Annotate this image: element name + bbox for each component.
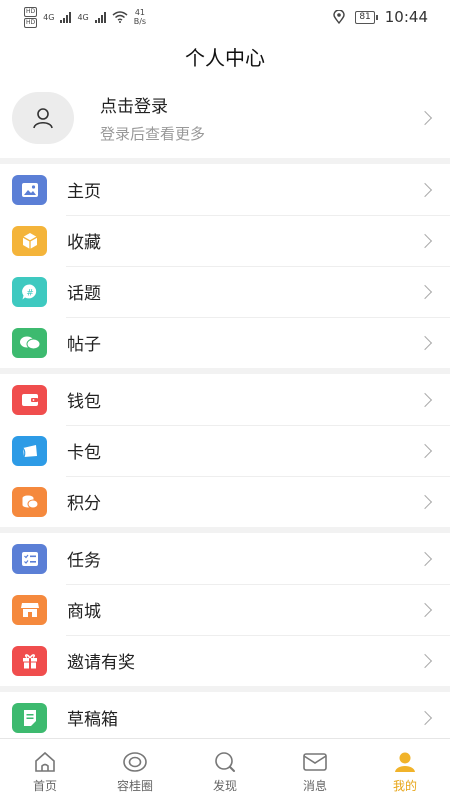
user-outline-icon bbox=[33, 108, 53, 129]
chevron-right-icon bbox=[417, 284, 433, 299]
avatar[interactable] bbox=[12, 92, 74, 144]
menu-item-label: 商城 bbox=[67, 602, 101, 622]
hashtag-chat-icon: # bbox=[12, 276, 47, 307]
menu-item-favorites[interactable]: 收藏 bbox=[0, 215, 450, 266]
status-right: 81 10:44 bbox=[333, 8, 428, 26]
menu-item-label: 邀请有奖 bbox=[67, 653, 135, 673]
card-icon bbox=[12, 435, 47, 466]
signal-1-icon bbox=[60, 11, 72, 23]
menu-group-1: 主页 收藏 # 话题 帖子 bbox=[0, 164, 450, 368]
speed-value: 41 bbox=[134, 8, 145, 17]
tab-home[interactable]: 首页 bbox=[0, 739, 90, 800]
chevron-right-icon bbox=[417, 602, 433, 617]
task-list-icon bbox=[12, 543, 47, 574]
status-bar: HD HD 4G 4G 41 B/s 81 10:44 bbox=[0, 0, 450, 34]
chevron-right-icon bbox=[417, 335, 433, 350]
menu-item-label: 钱包 bbox=[67, 392, 101, 412]
wifi-icon bbox=[112, 11, 128, 23]
menu-item-store[interactable]: 商城 bbox=[0, 584, 450, 635]
clock: 10:44 bbox=[384, 8, 428, 26]
menu-group-2: 钱包 卡包 积分 bbox=[0, 374, 450, 527]
wallet-icon bbox=[12, 384, 47, 415]
draft-icon bbox=[12, 702, 47, 733]
menu-item-posts[interactable]: 帖子 bbox=[0, 317, 450, 368]
menu-item-wallet[interactable]: 钱包 bbox=[0, 374, 450, 425]
chevron-right-icon bbox=[417, 233, 433, 248]
chevron-right-icon bbox=[417, 551, 433, 566]
bottom-tab-bar: 首页 容桂圈 发现 消息 我的 bbox=[0, 738, 450, 800]
tab-ronggui-circle[interactable]: 容桂圈 bbox=[90, 739, 180, 800]
menu-item-invite-rewards[interactable]: 邀请有奖 bbox=[0, 635, 450, 686]
coins-icon bbox=[12, 486, 47, 517]
network-1: 4G bbox=[43, 12, 55, 22]
menu-item-label: 收藏 bbox=[67, 233, 101, 253]
login-card[interactable]: 点击登录 登录后查看更多 bbox=[0, 78, 450, 158]
chevron-right-icon bbox=[417, 392, 433, 407]
location-icon bbox=[333, 10, 346, 24]
tab-label: 消息 bbox=[302, 779, 327, 793]
login-title: 点击登录 bbox=[100, 97, 168, 117]
chevron-right-icon bbox=[417, 110, 433, 126]
chat-bubbles-icon bbox=[12, 327, 47, 358]
page-title: 个人中心 bbox=[185, 45, 265, 70]
menu-item-label: 积分 bbox=[67, 494, 101, 514]
menu-item-card-wallet[interactable]: 卡包 bbox=[0, 425, 450, 476]
hd-icon: HD HD bbox=[24, 6, 38, 28]
image-icon bbox=[12, 174, 47, 205]
tab-mine[interactable]: 我的 bbox=[360, 739, 450, 800]
chevron-right-icon bbox=[417, 443, 433, 458]
speed-unit: B/s bbox=[133, 17, 147, 26]
signal-2-icon bbox=[94, 11, 106, 23]
page-title-bar: 个人中心 bbox=[0, 34, 450, 78]
menu-item-label: 任务 bbox=[67, 551, 101, 571]
tab-label: 首页 bbox=[32, 779, 57, 793]
menu-group-4: 草稿箱 bbox=[0, 692, 450, 743]
login-text: 点击登录 登录后查看更多 bbox=[100, 92, 420, 144]
menu-item-label: 话题 bbox=[67, 284, 101, 304]
chevron-right-icon bbox=[417, 653, 433, 668]
menu-item-homepage[interactable]: 主页 bbox=[0, 164, 450, 215]
tab-label: 发现 bbox=[212, 779, 237, 793]
menu-item-label: 帖子 bbox=[67, 335, 101, 355]
status-left: HD HD 4G 4G 41 B/s bbox=[24, 6, 146, 28]
menu-item-drafts[interactable]: 草稿箱 bbox=[0, 692, 450, 743]
chevron-right-icon bbox=[417, 182, 433, 197]
svg-text:#: # bbox=[26, 288, 34, 298]
menu-item-points[interactable]: 积分 bbox=[0, 476, 450, 527]
gift-icon bbox=[12, 645, 47, 676]
menu-item-label: 卡包 bbox=[67, 443, 101, 463]
discover-icon bbox=[215, 752, 235, 772]
box-icon bbox=[12, 225, 47, 256]
circle-icon bbox=[123, 752, 147, 772]
chevron-right-icon bbox=[417, 710, 433, 725]
chevron-right-icon bbox=[417, 494, 433, 509]
home-icon bbox=[35, 751, 55, 772]
menu-item-topics[interactable]: # 话题 bbox=[0, 266, 450, 317]
tab-messages[interactable]: 消息 bbox=[270, 739, 360, 800]
network-2: 4G bbox=[77, 12, 89, 22]
store-icon bbox=[12, 594, 47, 625]
net-speed: 41 B/s bbox=[134, 8, 146, 26]
mail-icon bbox=[303, 753, 327, 771]
menu-item-label: 草稿箱 bbox=[67, 710, 118, 730]
page: HD HD 4G 4G 41 B/s 81 10:44 个人中心 点击登录 登录后… bbox=[0, 0, 450, 800]
tab-label: 我的 bbox=[392, 779, 417, 793]
menu-group-3: 任务 商城 邀请有奖 bbox=[0, 533, 450, 686]
tab-discover[interactable]: 发现 bbox=[180, 739, 270, 800]
person-icon bbox=[395, 752, 415, 772]
battery-indicator: 81 bbox=[355, 10, 379, 24]
login-subtitle: 登录后查看更多 bbox=[100, 125, 206, 143]
tab-label: 容桂圈 bbox=[116, 779, 153, 793]
menu-item-tasks[interactable]: 任务 bbox=[0, 533, 450, 584]
menu-item-label: 主页 bbox=[67, 182, 101, 202]
